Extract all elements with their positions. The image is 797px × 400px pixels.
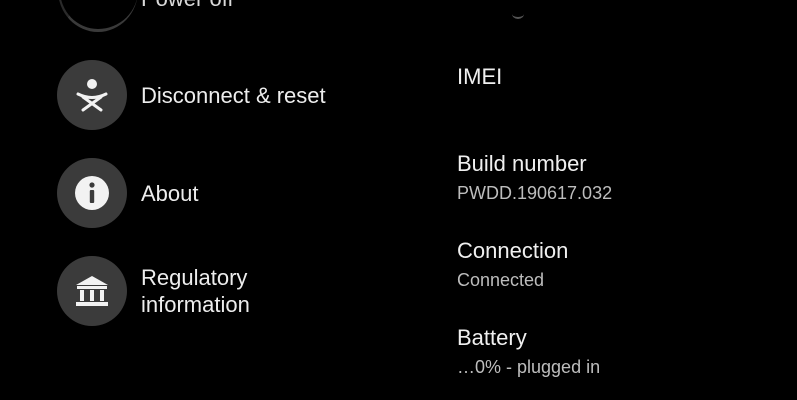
watch-settings-screen: Power off Disconnect & reset About bbox=[0, 0, 797, 400]
imei-title: IMEI bbox=[457, 64, 503, 89]
menu-item-about[interactable]: About bbox=[57, 158, 417, 228]
label-line-1: Regulatory bbox=[141, 265, 248, 290]
battery-value: …0% - plugged in bbox=[457, 357, 601, 377]
connection-title: Connection bbox=[457, 238, 569, 263]
menu-item-power-off-label[interactable]: Power off bbox=[141, 0, 234, 12]
menu-item-label: Disconnect & reset bbox=[141, 83, 326, 108]
settings-menu: Power off Disconnect & reset About bbox=[0, 0, 420, 400]
battery-title: Battery bbox=[457, 325, 527, 350]
menu-item-disconnect-reset[interactable]: Disconnect & reset bbox=[57, 60, 417, 130]
bank-icon bbox=[57, 256, 127, 326]
info-icon bbox=[57, 158, 127, 228]
build-number-value: PWDD.190617.032 bbox=[457, 183, 613, 203]
power-off-icon[interactable] bbox=[58, 0, 138, 32]
menu-item-regulatory-information[interactable]: Regulatory information bbox=[57, 256, 417, 326]
connection-value: Connected bbox=[457, 270, 545, 290]
menu-item-label: About bbox=[141, 181, 199, 206]
top-fragment bbox=[512, 9, 524, 19]
about-details: IMEI Build number PWDD.190617.032 Connec… bbox=[457, 0, 797, 400]
disconnect-reset-icon bbox=[57, 60, 127, 130]
build-number-title: Build number bbox=[457, 151, 587, 176]
menu-item-label: Regulatory information bbox=[141, 264, 250, 318]
label-line-2: information bbox=[141, 292, 250, 317]
